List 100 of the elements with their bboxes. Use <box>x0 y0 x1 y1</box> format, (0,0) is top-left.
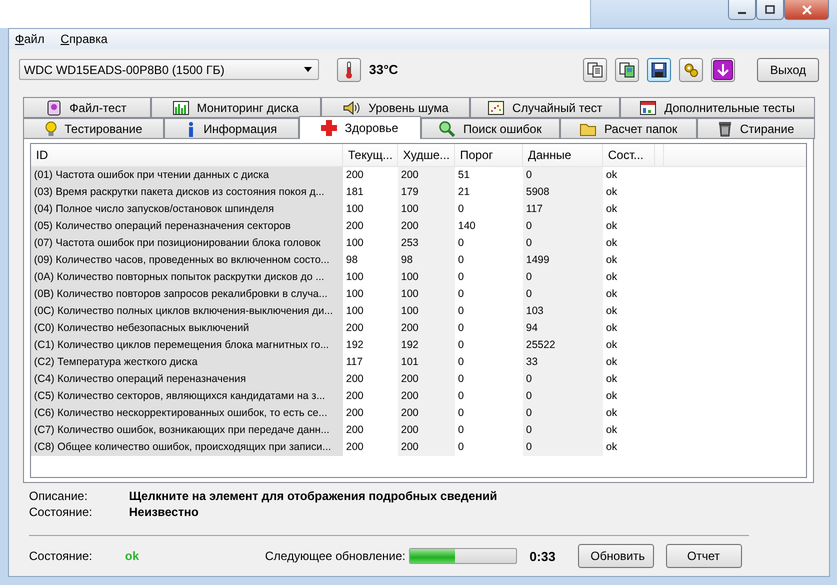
tab[interactable]: Расчет папок <box>560 118 698 140</box>
table-cell: 5908 <box>523 184 603 202</box>
table-cell: 200 <box>398 405 455 422</box>
table-cell: 100 <box>398 269 455 286</box>
table-cell: 101 <box>398 354 455 372</box>
magnifier-icon <box>439 120 456 137</box>
medical-cross-icon <box>320 120 337 136</box>
gear-icon <box>683 62 700 78</box>
table-cell: 200 <box>398 167 455 184</box>
minimize-button[interactable] <box>728 0 756 20</box>
table-cell: 200 <box>398 388 455 406</box>
table-cell: 200 <box>398 320 455 338</box>
table-cell: 0 <box>523 167 603 184</box>
tab[interactable]: Дополнительные тесты <box>620 97 815 118</box>
table-cell: 179 <box>398 184 455 202</box>
toolbar-button[interactable] <box>583 58 608 82</box>
table-cell: 117 <box>523 201 603 218</box>
table-cell: 0 <box>523 235 603 252</box>
column-header[interactable]: Данные <box>523 144 603 166</box>
table-cell: 100 <box>398 286 455 304</box>
table-cell: (C6) Количество нескорректированных ошибок, то есть се... <box>31 405 343 422</box>
temperature-reading: 33°C <box>369 62 398 78</box>
drive-dropdown[interactable]: WDC WD15EADS-00P8B0 (1500 ГБ) <box>19 59 319 80</box>
table-cell: 0 <box>523 439 603 456</box>
table-cell: 0 <box>523 405 603 422</box>
thermometer-button[interactable] <box>337 58 361 82</box>
table-cell: (07) Частота ошибок при позиционировании блока головок <box>31 235 343 252</box>
table-cell: 0 <box>523 388 603 406</box>
table-cell: (C4) Количество операций переназначения <box>31 371 343 388</box>
next-update-label: Следующее обновление: <box>265 549 406 564</box>
action-button[interactable]: Обновить <box>578 544 654 568</box>
table-cell: 0 <box>523 218 603 236</box>
table-cell: (C8) Общее количество ошибок, происходящих при записи... <box>31 439 343 456</box>
table-cell: (C1) Количество циклов перемещения блока магнитных го... <box>31 337 343 354</box>
tab[interactable]: Стирание <box>697 118 815 140</box>
column-header[interactable]: Худше... <box>398 144 455 166</box>
table-cell: (C0) Количество небезопасных выключений <box>31 320 343 338</box>
table-cell: 100 <box>398 303 455 320</box>
speaker-icon <box>342 100 361 115</box>
status-value: ok <box>125 549 140 564</box>
table-cell: 200 <box>398 371 455 388</box>
table-cell: 33 <box>523 354 603 372</box>
table-cell: 0 <box>523 269 603 286</box>
minimize-icon <box>738 12 746 14</box>
table-cell: (09) Количество часов, проведенных во включенном состо... <box>31 252 343 270</box>
table-cell: (03) Время раскрутки пакета дисков из состояния покоя д... <box>31 184 343 202</box>
table-cell: 94 <box>523 320 603 338</box>
table-cell: (C7) Количество ошибок, возникающих при передаче данн... <box>31 422 343 440</box>
status-label: Состояние: <box>29 549 94 564</box>
window-icon <box>640 100 656 115</box>
table-cell: 100 <box>398 201 455 218</box>
dropdown-arrow-icon <box>304 67 312 72</box>
copy-icon <box>587 62 604 78</box>
maximize-icon <box>765 4 775 14</box>
action-button[interactable]: Отчет <box>666 544 742 568</box>
close-button[interactable] <box>784 0 829 20</box>
field-label: Описание: <box>29 489 89 504</box>
tab[interactable]: Случайный тест <box>470 97 620 118</box>
tab[interactable]: Уровень шума <box>320 97 470 118</box>
table-cell: (0A) Количество повторных попыток раскрутки дисков до ... <box>31 269 343 286</box>
field-value: Щелкните на элемент для отображения подробных сведений <box>129 489 498 504</box>
table-cell: 200 <box>398 218 455 236</box>
toolbar-button[interactable] <box>647 58 672 82</box>
table-cell: 0 <box>523 286 603 304</box>
exit-button[interactable]: Выход <box>757 58 819 82</box>
table-cell: 200 <box>398 422 455 440</box>
column-header[interactable]: Порог <box>455 144 523 166</box>
table-cell: 0 <box>523 422 603 440</box>
close-icon <box>802 4 812 14</box>
copy-icon <box>619 62 636 78</box>
table-cell: 192 <box>398 337 455 354</box>
thermometer-icon <box>345 60 353 79</box>
table-cell: 0 <box>523 371 603 388</box>
scatter-plot-icon <box>488 100 504 115</box>
toolbar-button[interactable] <box>615 58 640 82</box>
table-cell: (04) Полное число запусков/остановок шпинделя <box>31 201 343 218</box>
tab[interactable]: Мониторинг диска <box>150 97 321 118</box>
tab[interactable]: Тестирование <box>23 118 164 140</box>
column-header[interactable]: ID <box>31 144 343 166</box>
table-cell: 103 <box>523 303 603 320</box>
table-cell: 98 <box>398 252 455 270</box>
table-cell: (0C) Количество полных циклов включения-выключения ди... <box>31 303 343 320</box>
tab[interactable]: Здоровье <box>298 116 420 140</box>
field-label: Состояние: <box>29 505 94 520</box>
folder-icon <box>580 122 596 136</box>
toolbar-button[interactable] <box>679 58 704 82</box>
tab[interactable]: Файл-тест <box>23 97 151 118</box>
column-header[interactable]: Сост... <box>603 144 655 166</box>
column-header[interactable]: Текущ... <box>343 144 398 166</box>
toolbar-button[interactable] <box>711 58 736 82</box>
tab[interactable]: Информация <box>164 118 299 140</box>
table-cell: 200 <box>398 439 455 456</box>
bar-chart-icon <box>172 100 189 115</box>
countdown-time: 0:33 <box>529 548 556 564</box>
maximize-button[interactable] <box>756 0 784 20</box>
tab[interactable]: Поиск ошибок <box>420 118 560 140</box>
menu-item[interactable]: Справка <box>60 32 108 46</box>
table-cell: 253 <box>398 235 455 252</box>
table-cell: (0B) Количество повторов запросов рекалибровки в случа... <box>31 286 343 304</box>
menu-item[interactable]: Файл <box>15 32 45 46</box>
